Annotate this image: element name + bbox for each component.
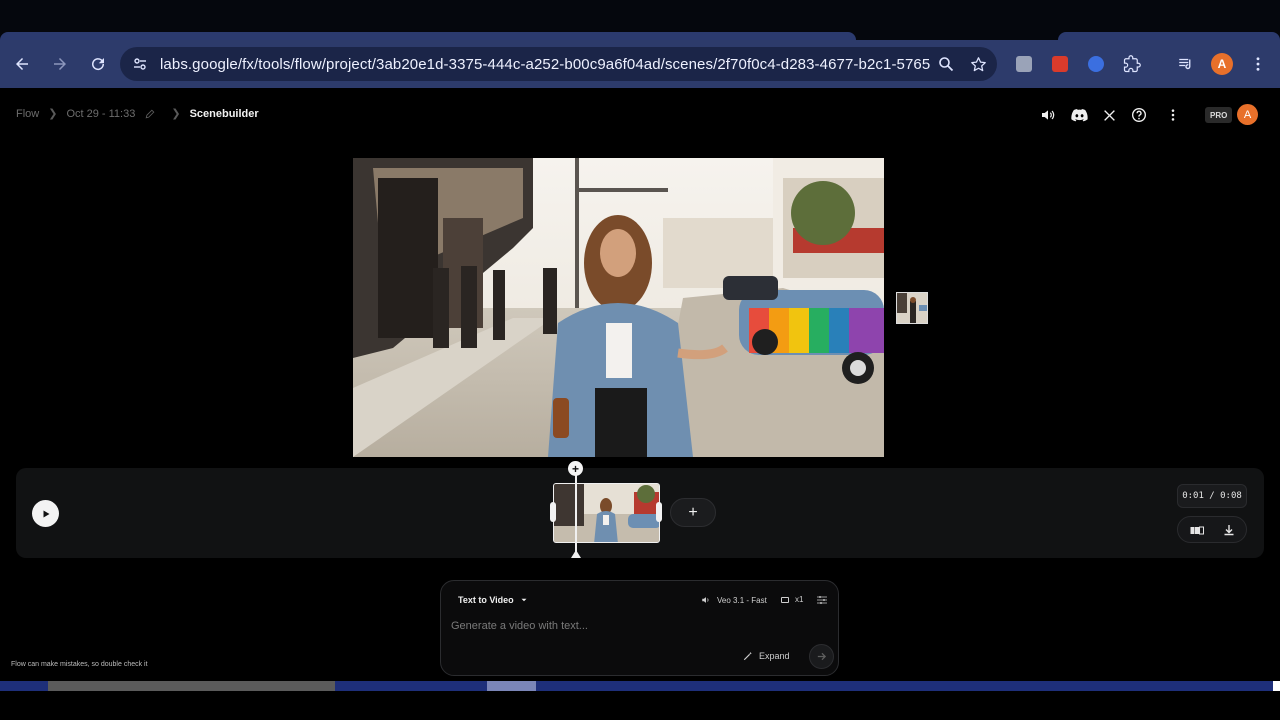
scene-thumbnail[interactable] [896,292,928,324]
chevron-down-icon [521,598,527,602]
expand-label: Expand [759,651,790,661]
app-header: Flow ❯ Oct 29 - 11:33 ❯ Scenebuilder [0,88,1280,142]
magic-wand-icon [743,651,752,661]
bookmark-star-icon[interactable] [962,47,994,81]
playhead-add-icon[interactable]: + [568,461,583,476]
breadcrumb-project[interactable]: Oct 29 - 11:33 [66,108,135,120]
model-select[interactable]: Veo 3.1 - Fast [701,595,767,605]
taskbar-show-desktop[interactable] [1273,681,1280,691]
browser-tab-strip [0,0,1280,40]
active-tab[interactable] [0,32,856,40]
taskbar-window-preview[interactable] [48,681,335,691]
output-count-label: x1 [795,595,804,604]
breadcrumb: Flow ❯ Oct 29 - 11:33 ❯ Scenebuilder [16,107,259,121]
extension-red-icon[interactable] [1046,50,1074,78]
extension-blue-icon[interactable] [1082,50,1110,78]
media-controls-icon[interactable] [1172,50,1200,78]
inactive-tab[interactable] [1058,32,1280,40]
mode-label: Text to Video [458,595,514,605]
clip-thumbnail-image [554,484,659,542]
send-button[interactable] [809,644,834,669]
video-preview[interactable] [353,158,884,457]
audio-icon [702,597,709,603]
timecode: 0:01 / 0:08 [1177,484,1247,508]
extensions-puzzle-icon[interactable] [1118,50,1146,78]
zoom-icon[interactable] [930,47,962,81]
prompt-input[interactable] [451,617,821,635]
clip-trim-start-handle[interactable] [550,502,556,522]
disclaimer-text: Flow can make mistakes, so double check … [11,661,148,668]
help-icon[interactable] [1128,104,1150,126]
arrow-right-icon [817,652,827,661]
pro-badge: PRO [1205,107,1233,123]
chevron-right-icon: ❯ [171,108,181,120]
playhead[interactable] [575,474,577,552]
url-text[interactable]: labs.google/fx/tools/flow/project/3ab20e… [160,56,930,73]
site-settings-icon[interactable] [124,47,156,81]
profile-avatar[interactable]: A [1208,50,1236,78]
x-icon[interactable] [1098,104,1120,126]
breadcrumb-flow[interactable]: Flow [16,108,39,120]
avatar[interactable]: A [1237,104,1258,125]
mode-select[interactable]: Text to Video [458,595,527,605]
expand-button[interactable]: Expand [743,651,790,661]
browser-toolbar: labs.google/fx/tools/flow/project/3ab20e… [0,40,1280,88]
more-vert-icon[interactable] [1162,104,1184,126]
output-count-select[interactable]: x1 [781,595,803,604]
playhead-foot [571,550,581,558]
forward-arrow-icon[interactable] [42,46,78,82]
chevron-right-icon: ❯ [48,108,58,120]
prompt-box: Text to Video Veo 3.1 - Fast x1 Expand [440,580,839,676]
model-label: Veo 3.1 - Fast [717,595,767,605]
os-taskbar [0,681,1280,691]
volume-icon[interactable] [1037,104,1059,126]
address-bar[interactable]: labs.google/fx/tools/flow/project/3ab20e… [120,47,997,81]
add-clip-button[interactable]: + [670,498,716,527]
play-button[interactable] [32,500,59,527]
timeline-clip[interactable] [553,483,660,543]
play-icon [43,510,49,517]
timeline-actions [1177,516,1247,543]
extension-grey-icon[interactable] [1010,50,1038,78]
aspect-ratio-icon [781,596,789,603]
menu-dots-icon[interactable] [1244,50,1272,78]
reload-icon[interactable] [80,46,116,82]
clips-view-icon[interactable] [1190,523,1204,537]
profile-initial: A [1211,53,1233,75]
pencil-icon[interactable] [145,109,155,119]
clip-trim-end-handle[interactable] [656,502,662,522]
back-arrow-icon[interactable] [4,46,40,82]
discord-icon[interactable] [1068,104,1090,126]
breadcrumb-scenebuilder: Scenebuilder [189,107,259,120]
scene-thumbnail-image [897,293,927,323]
download-icon[interactable] [1222,523,1236,537]
bottom-band [0,691,1280,720]
settings-tune-icon[interactable] [816,593,828,611]
preview-scene-image [353,158,884,457]
taskbar-active-app[interactable] [487,681,536,691]
